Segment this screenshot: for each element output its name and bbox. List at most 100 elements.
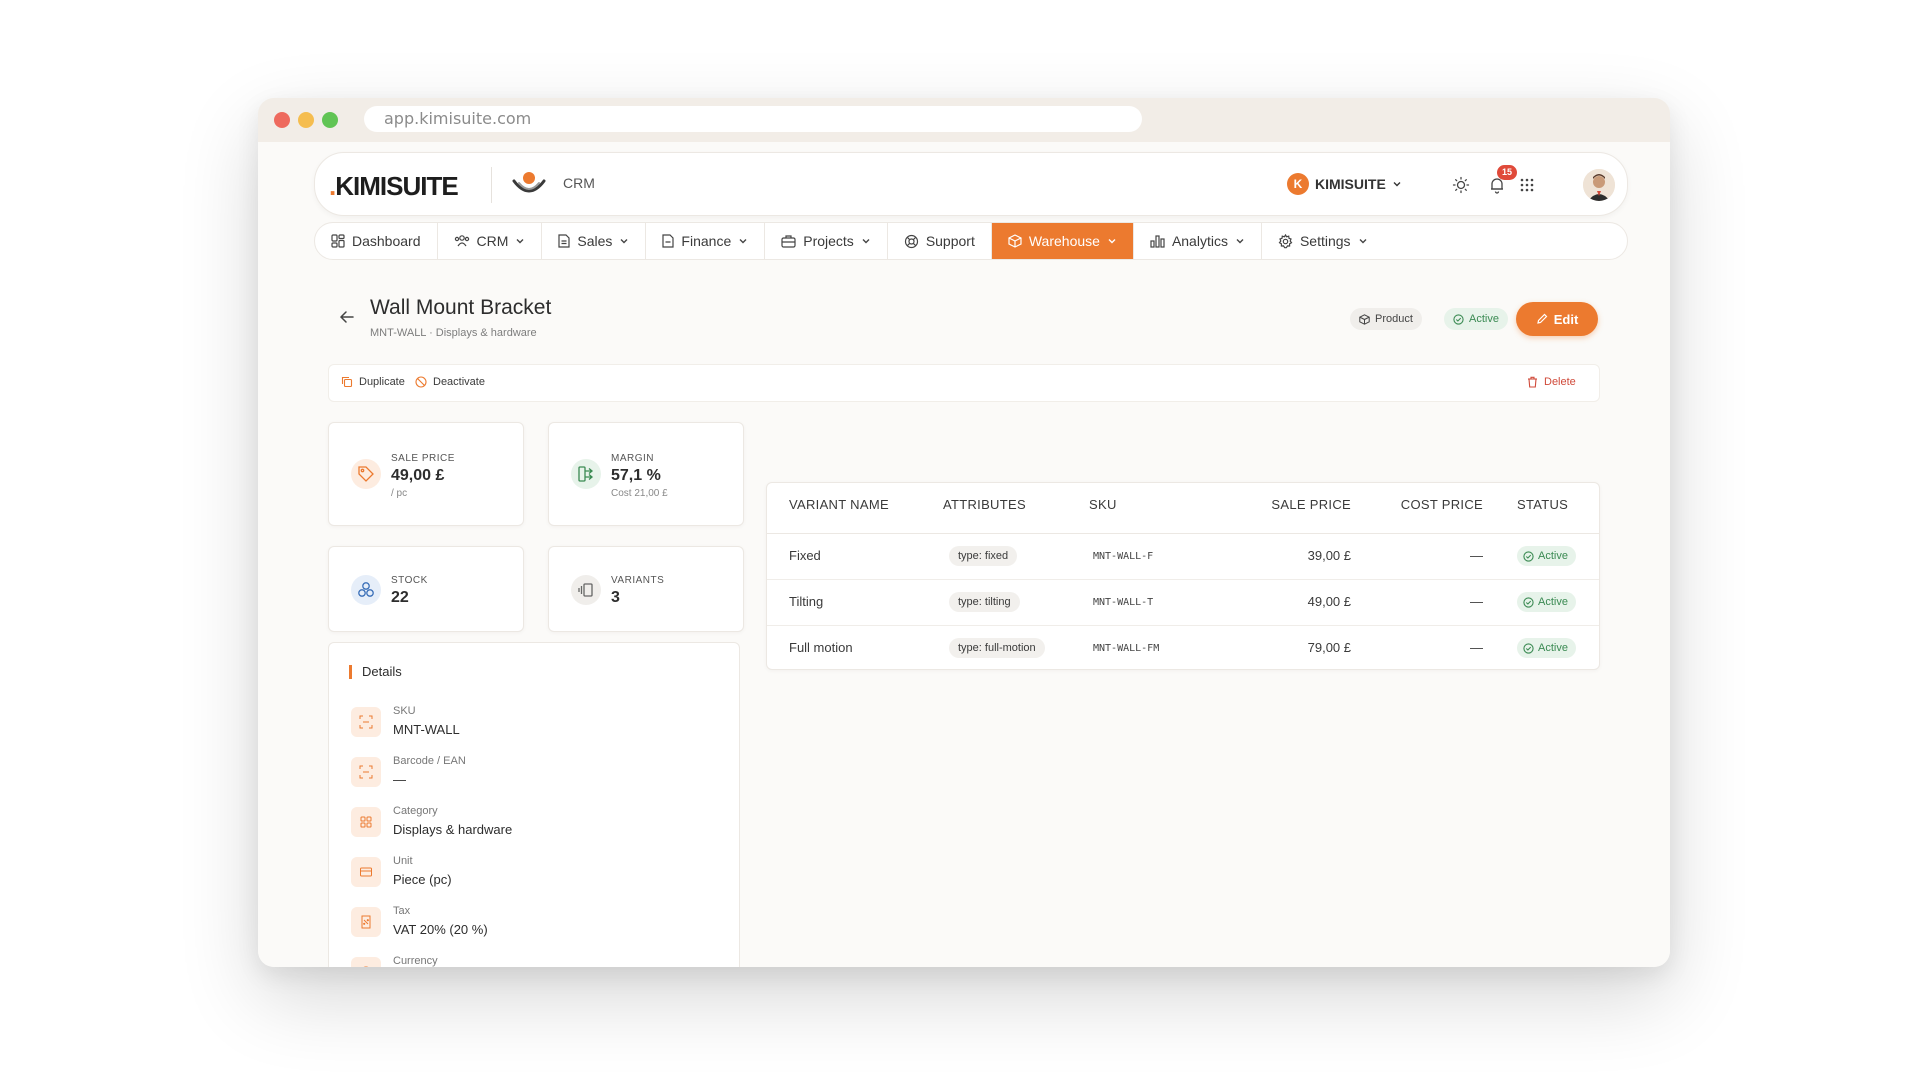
- nav-projects[interactable]: Projects: [765, 223, 888, 259]
- box-icon: [1359, 313, 1370, 325]
- status-badge: Active: [1444, 308, 1508, 330]
- tag-icon: [351, 459, 381, 489]
- nav-support[interactable]: Support: [888, 223, 992, 259]
- header-divider: [491, 167, 492, 203]
- type-chip: Product: [1350, 308, 1422, 330]
- chevron-down-icon: [1108, 239, 1116, 244]
- check-circle-icon: [1523, 596, 1534, 608]
- file-icon: [662, 234, 675, 248]
- theme-toggle-button[interactable]: [1449, 173, 1473, 197]
- variant-name: Full motion: [789, 640, 853, 655]
- deactivate-button[interactable]: Deactivate: [415, 376, 485, 388]
- user-avatar-image: [1583, 169, 1615, 201]
- status-badge: Active: [1517, 638, 1576, 658]
- app-content: .KIMISUITE CRM K KIMISUITE 15 Dashboard …: [258, 142, 1670, 967]
- nav-finance[interactable]: Finance: [646, 223, 766, 259]
- chevron-down-icon: [620, 239, 628, 244]
- column-header[interactable]: SKU: [1089, 497, 1117, 512]
- check-circle-icon: [1523, 642, 1534, 654]
- variant-sale-price: 49,00 £: [1307, 594, 1351, 609]
- apps-menu-button[interactable]: [1515, 173, 1539, 197]
- organization-switcher[interactable]: K KIMISUITE: [1287, 173, 1402, 195]
- table-row[interactable]: Tilting type: tilting MNT-WALL-T 49,00 £…: [767, 580, 1599, 626]
- apps-grid-icon: [1520, 178, 1534, 192]
- check-circle-icon: [1453, 313, 1464, 325]
- notifications-button[interactable]: 15: [1485, 165, 1517, 197]
- browser-window: app.kimisuite.com .KIMISUITE CRM K KIMIS…: [258, 98, 1670, 967]
- nav-warehouse[interactable]: Warehouse: [991, 223, 1134, 259]
- chevron-down-icon: [862, 239, 870, 244]
- app-header: .KIMISUITE CRM K KIMISUITE 15: [314, 152, 1628, 216]
- column-header[interactable]: COST PRICE: [1363, 497, 1483, 512]
- browser-titlebar: app.kimisuite.com: [258, 98, 1670, 142]
- stat-margin: MARGIN 57,1 % Cost 21,00 £: [548, 422, 744, 526]
- variant-sku: MNT-WALL-F: [1093, 551, 1154, 562]
- nav-crm[interactable]: CRM: [438, 223, 543, 259]
- notification-count-badge: 15: [1497, 165, 1517, 180]
- currency-icon: [351, 957, 381, 967]
- variant-sale-price: 79,00 £: [1307, 640, 1351, 655]
- nav-analytics[interactable]: Analytics: [1134, 223, 1262, 259]
- receipt-icon: [351, 907, 381, 937]
- stat-value: 3: [611, 589, 620, 606]
- detail-row-unit: Unit Piece (pc): [351, 853, 721, 889]
- detail-row-category: Category Displays & hardware: [351, 803, 721, 839]
- scan-icon: [351, 707, 381, 737]
- duplicate-button[interactable]: Duplicate: [341, 376, 405, 388]
- attribute-pill: type: full-motion: [949, 638, 1045, 658]
- close-window-button[interactable]: [274, 112, 290, 128]
- layers-icon: [571, 575, 601, 605]
- trash-icon: [1528, 376, 1537, 388]
- stat-sale-price: SALE PRICE 49,00 £ / pc: [328, 422, 524, 526]
- bar-chart-icon: [1150, 235, 1165, 248]
- stat-sub: Cost 21,00 £: [611, 488, 668, 499]
- address-bar[interactable]: app.kimisuite.com: [364, 106, 1142, 132]
- check-circle-icon: [1523, 550, 1534, 562]
- nav-dashboard[interactable]: Dashboard: [315, 223, 438, 259]
- maximize-window-button[interactable]: [322, 112, 338, 128]
- main-nav: Dashboard CRM Sales Finance Projects Sup…: [314, 222, 1628, 260]
- back-arrow-icon[interactable]: [338, 308, 356, 326]
- detail-row-tax: Tax VAT 20% (20 %): [351, 903, 721, 939]
- delete-button[interactable]: Delete: [1527, 376, 1576, 388]
- detail-row-sku: SKU MNT-WALL: [351, 703, 721, 739]
- nav-sales[interactable]: Sales: [542, 223, 647, 259]
- stat-value: 57,1 %: [611, 467, 661, 484]
- edit-button[interactable]: Edit: [1516, 302, 1598, 336]
- column-header[interactable]: STATUS: [1517, 497, 1568, 512]
- trend-icon: [571, 459, 601, 489]
- gear-icon: [1278, 233, 1293, 248]
- column-header[interactable]: ATTRIBUTES: [943, 497, 1026, 512]
- status-badge: Active: [1517, 546, 1576, 566]
- table-row[interactable]: Fixed type: fixed MNT-WALL-F 39,00 £ — A…: [767, 534, 1599, 580]
- lifebuoy-icon: [904, 234, 918, 248]
- attribute-pill: type: tilting: [949, 592, 1020, 612]
- page-subtitle: MNT-WALL · Displays & hardware: [370, 327, 537, 339]
- stat-label: VARIANTS: [611, 575, 665, 586]
- column-header[interactable]: SALE PRICE: [1237, 497, 1351, 512]
- block-icon: [415, 376, 427, 388]
- details-card: Details SKU MNT-WALL Barcode / EAN — Cat…: [328, 642, 740, 967]
- users-icon: [454, 235, 469, 247]
- document-icon: [558, 234, 570, 248]
- chevron-down-icon: [1236, 239, 1244, 244]
- unit-icon: [351, 857, 381, 887]
- kimisuite-logo[interactable]: .KIMISUITE: [329, 171, 459, 202]
- variant-name: Fixed: [789, 548, 821, 563]
- stat-value: 49,00 £: [391, 467, 445, 484]
- table-row[interactable]: Full motion type: full-motion MNT-WALL-F…: [767, 626, 1599, 672]
- variants-table: VARIANT NAME ATTRIBUTES SKU SALE PRICE C…: [766, 482, 1600, 670]
- page-title: Wall Mount Bracket: [370, 296, 552, 319]
- variant-name: Tilting: [789, 594, 824, 609]
- sun-icon: [1452, 176, 1470, 194]
- stat-sub: / pc: [391, 488, 408, 499]
- detail-row-barcode: Barcode / EAN —: [351, 753, 721, 789]
- minimize-window-button[interactable]: [298, 112, 314, 128]
- chevron-down-icon: [1359, 239, 1367, 244]
- variant-sku: MNT-WALL-FM: [1093, 643, 1160, 654]
- org-name: KIMISUITE: [1315, 176, 1386, 192]
- nav-settings[interactable]: Settings: [1262, 223, 1384, 259]
- stat-label: SALE PRICE: [391, 453, 455, 464]
- column-header[interactable]: VARIANT NAME: [789, 497, 889, 512]
- user-avatar[interactable]: [1583, 169, 1615, 201]
